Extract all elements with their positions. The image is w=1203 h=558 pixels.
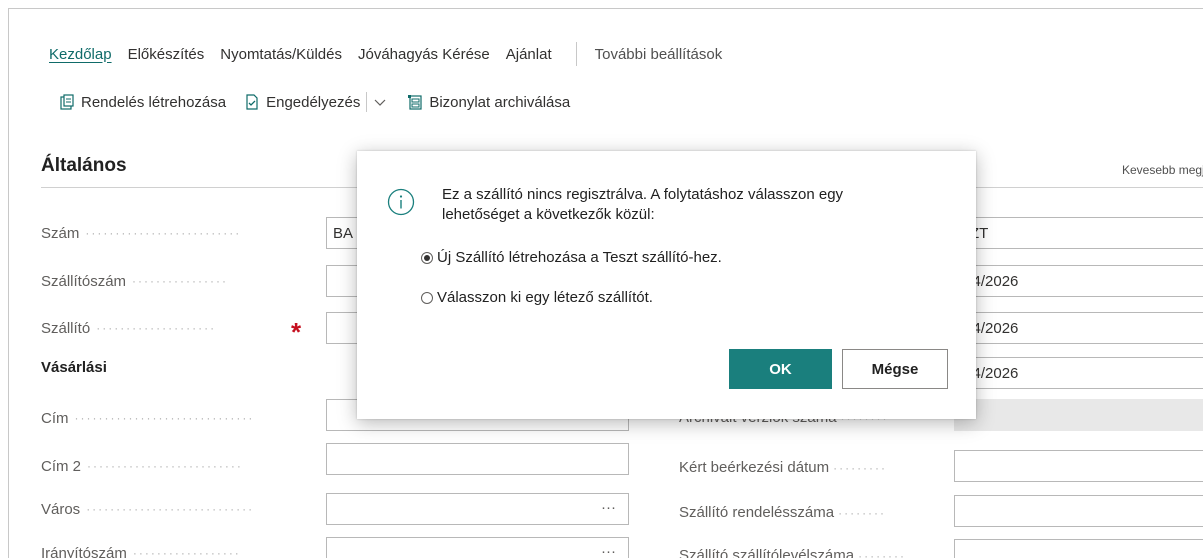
label-leader-dots: ···················· [96,321,217,335]
label-leader-dots: ·························· [85,226,242,240]
menu-separator [575,42,577,66]
label-leader-dots: ······························ [74,411,255,425]
city-field[interactable]: ··· [326,493,629,525]
requested-receipt-date-field[interactable] [954,450,1203,482]
field-row-vendor-number: Szállítószám ················ [41,265,311,297]
field-label-vendor-number: Szállítószám [41,272,127,290]
right-field-1[interactable]: SZT [954,217,1203,249]
split-separator [366,92,368,112]
archive-document-button[interactable]: Bizonylat archiválása [407,94,570,111]
label-leader-dots: ········ [858,549,907,558]
option-create-vendor[interactable]: Új Szállító létrehozása a Teszt szállító… [421,249,722,266]
vendor-shipment-number-field[interactable] [954,539,1203,558]
field-label-postcode: Irányítószám [41,544,127,558]
label-leader-dots: ···························· [86,502,255,516]
menu-kezdolap[interactable]: Kezdőlap [49,46,112,63]
approval-split-button: Engedélyezés [244,92,387,112]
create-order-label: Rendelés létrehozása [81,93,227,111]
menu-nyomtatas-kuldes[interactable]: Nyomtatás/Küldés [220,46,342,63]
label-leader-dots: ········· [833,461,888,475]
action-menu-bar: Kezdőlap Előkészítés Nyomtatás/Küldés Jó… [49,42,738,66]
menu-jovahagyas-kerese[interactable]: Jóváhagyás Kérése [358,46,490,63]
info-icon [387,188,415,216]
label-leader-dots: ················ [132,274,228,288]
lookup-ellipsis-icon[interactable]: ··· [601,543,616,558]
required-asterisk-icon: * [291,317,302,347]
postcode-field[interactable]: ··· [326,537,629,558]
ok-button[interactable]: OK [729,349,832,389]
chevron-down-icon[interactable] [373,95,387,110]
field-label-vendor-shipment-number: Szállító szállítólevélszáma [679,547,855,558]
field-row-vendor: Szállító ···················· [41,312,311,344]
field-label-address-2: Cím 2 [41,457,82,475]
option-select-existing-label: Válasszon ki egy létező szállítót. [437,289,653,306]
label-leader-dots: ·························· [87,459,243,473]
option-select-existing-vendor[interactable]: Válasszon ki egy létező szállítót. [421,289,653,306]
field-row-number: Szám ·························· [41,217,311,249]
dialog-message: Ez a szállító nincs regisztrálva. A foly… [442,186,844,223]
field-label-address: Cím [41,409,69,427]
document-create-icon [59,94,75,110]
field-label-vendor-order-number: Szállító rendelésszáma [679,504,835,521]
cancel-button[interactable]: Mégse [842,349,948,389]
field-label-number: Szám [41,224,80,242]
right-field-3[interactable]: /04/2026 [954,312,1203,344]
action-toolbar: Rendelés létrehozása Engedélyezés Bizony… [59,92,588,112]
menu-more-options[interactable]: További beállítások [595,46,723,63]
menu-ajanlat[interactable]: Ajánlat [506,46,552,63]
option-create-vendor-label: Új Szállító létrehozása a Teszt szállító… [437,249,722,266]
archived-versions-field [954,399,1203,431]
right-field-4[interactable]: /04/2026 [954,357,1203,389]
right-field-2[interactable]: /04/2026 [954,265,1203,297]
show-less-link[interactable]: Kevesebb megje [1122,163,1203,177]
address-2-field[interactable] [326,443,629,475]
approval-button[interactable]: Engedélyezés [244,94,360,111]
vendor-not-registered-dialog: Ez a szállító nincs regisztrálva. A foly… [357,151,976,419]
field-row-address: Cím ······························ [41,402,311,434]
archive-icon [407,94,423,110]
label-leader-dots: ········ [838,506,887,520]
field-row-city: Város ···························· [41,493,311,525]
field-row-postcode: Irányítószám ·················· [41,537,311,558]
requested-receipt-date-row: Kért beérkezési dátum ········· [679,459,887,476]
field-label-requested-receipt-date: Kért beérkezési dátum [679,459,830,476]
field-label-city: Város [41,500,81,518]
menu-elokeszites[interactable]: Előkészítés [128,46,205,63]
vendor-order-number-field[interactable] [954,495,1203,527]
document-check-icon [244,94,260,110]
section-title-general[interactable]: Általános [41,155,127,177]
subhead-purchasing: Vásárlási [41,359,107,376]
archive-document-label: Bizonylat archiválása [429,93,571,111]
lookup-ellipsis-icon[interactable]: ··· [601,499,616,516]
vendor-shipment-number-row: Szállító szállítólevélszáma ········ [679,547,906,558]
vendor-order-number-row: Szállító rendelésszáma ········ [679,504,886,521]
radio-unselected-icon[interactable] [421,291,433,304]
create-order-button[interactable]: Rendelés létrehozása [59,94,226,111]
field-label-vendor: Szállító [41,319,91,337]
label-leader-dots: ·················· [132,546,241,558]
radio-selected-icon[interactable] [421,251,433,264]
approval-label: Engedélyezés [266,93,361,111]
field-row-address-2: Cím 2 ·························· [41,450,311,482]
